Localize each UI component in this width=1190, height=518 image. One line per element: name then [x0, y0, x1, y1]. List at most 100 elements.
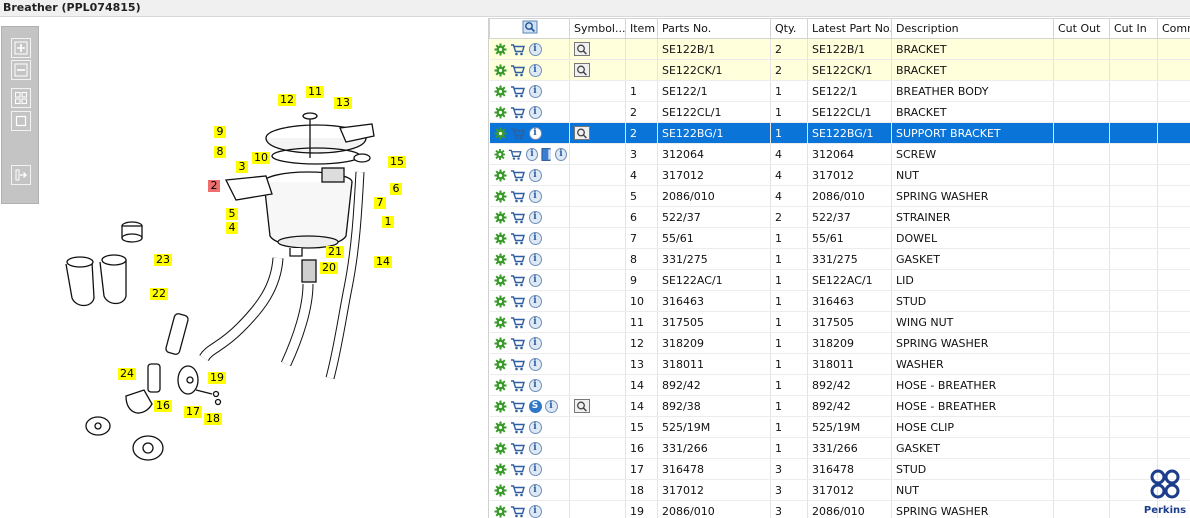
illustration-symbol-icon[interactable] [574, 42, 590, 56]
table-row[interactable]: i 19 2086/010 3 2086/010 SPRING WASHER [489, 500, 1190, 518]
illustration-symbol-icon[interactable] [574, 399, 590, 413]
column-header-cut-out[interactable]: Cut Out [1053, 18, 1110, 39]
diagram-callout[interactable]: 9 [214, 126, 226, 138]
diagram-callout[interactable]: 12 [278, 94, 296, 106]
table-row[interactable]: i 2 SE122BG/1 1 SE122BG/1 SUPPORT BRACKET [489, 122, 1190, 144]
diagram-callout[interactable]: 24 [118, 368, 136, 380]
table-row[interactable]: i 7 55/61 1 55/61 DOWEL [489, 227, 1190, 249]
cart-icon[interactable] [510, 85, 526, 98]
gear-icon[interactable] [494, 127, 507, 140]
info-icon[interactable]: i [528, 273, 542, 287]
search-icon[interactable] [522, 20, 538, 34]
diagram-callout[interactable]: 8 [214, 146, 226, 158]
gear-icon[interactable] [494, 316, 507, 329]
diagram-callout[interactable]: 19 [208, 372, 226, 384]
column-header-qty[interactable]: Qty. [770, 18, 808, 39]
info-icon[interactable]: i [528, 189, 542, 203]
table-row[interactable]: i 1 SE122/1 1 SE122/1 BREATHER BODY [489, 80, 1190, 102]
fit-all-button[interactable] [11, 88, 31, 108]
info-icon[interactable]: i [528, 231, 542, 245]
gear-icon[interactable] [494, 400, 507, 413]
cart-icon[interactable] [510, 211, 526, 224]
table-row[interactable]: i 17 316478 3 316478 STUD [489, 458, 1190, 480]
export-button[interactable] [11, 165, 31, 185]
cart-icon[interactable] [510, 379, 526, 392]
gear-icon[interactable] [494, 337, 507, 350]
info-icon[interactable]: i [525, 147, 539, 161]
info-icon[interactable]: i [528, 378, 542, 392]
exploded-parts-diagram[interactable]: 11 12 13 9 8 10 15 3 2 6 7 5 4 1 23 21 2… [40, 18, 488, 518]
cart-icon[interactable] [510, 316, 526, 329]
table-row[interactable]: i i 3 312064 4 312064 SCREW [489, 143, 1190, 165]
info-icon[interactable]: i [528, 483, 542, 497]
info-icon[interactable]: i [528, 42, 542, 56]
diagram-callout[interactable]: 20 [320, 262, 338, 274]
table-row[interactable]: i 16 331/266 1 331/266 GASKET [489, 437, 1190, 459]
cart-icon[interactable] [510, 358, 526, 371]
gear-icon[interactable] [494, 43, 507, 56]
cart-icon[interactable] [510, 43, 526, 56]
diagram-callout[interactable]: 22 [150, 288, 168, 300]
info-icon[interactable]: i [528, 294, 542, 308]
cart-icon[interactable] [510, 253, 526, 266]
column-header-latest-part-no[interactable]: Latest Part No. [807, 18, 892, 39]
diagram-callout[interactable]: 16 [154, 400, 172, 412]
diagram-callout[interactable]: 18 [204, 413, 222, 425]
gear-icon[interactable] [494, 190, 507, 203]
gear-icon[interactable] [494, 85, 507, 98]
table-row[interactable]: Si 14 892/38 1 892/42 HOSE - BREATHER [489, 395, 1190, 417]
zoom-out-button[interactable] [11, 60, 31, 80]
diagram-callout[interactable]: 1 [382, 216, 394, 228]
fit-window-button[interactable] [11, 111, 31, 131]
info-icon[interactable]: i [528, 462, 542, 476]
gear-icon[interactable] [494, 274, 507, 287]
table-row[interactable]: i 14 892/42 1 892/42 HOSE - BREATHER [489, 374, 1190, 396]
diagram-callout[interactable]: 11 [306, 86, 324, 98]
column-header-comment[interactable]: Comment [1157, 18, 1190, 39]
diagram-callout[interactable]: 7 [374, 197, 386, 209]
info-icon[interactable]: i [528, 357, 542, 371]
diagram-callout[interactable]: 17 [184, 406, 202, 418]
diagram-callout[interactable]: 6 [390, 183, 402, 195]
cart-icon[interactable] [510, 337, 526, 350]
gear-icon[interactable] [494, 421, 507, 434]
gear-icon[interactable] [494, 64, 507, 77]
diagram-callout[interactable]: 10 [252, 152, 270, 164]
illustration-symbol-icon[interactable] [574, 126, 590, 140]
info-icon[interactable]: i [544, 399, 558, 413]
table-row[interactable]: i 9 SE122AC/1 1 SE122AC/1 LID [489, 269, 1190, 291]
gear-icon[interactable] [494, 253, 507, 266]
cart-icon[interactable] [510, 442, 526, 455]
cart-icon[interactable] [510, 400, 526, 413]
cart-icon[interactable] [510, 232, 526, 245]
cart-icon[interactable] [510, 484, 526, 497]
gear-icon[interactable] [493, 148, 506, 161]
column-header-description[interactable]: Description [891, 18, 1054, 39]
gear-icon[interactable] [494, 169, 507, 182]
zoom-in-button[interactable] [11, 38, 31, 58]
column-header-symbol[interactable]: Symbol... [569, 18, 626, 39]
table-row[interactable]: i 4 317012 4 317012 NUT [489, 164, 1190, 186]
gear-icon[interactable] [494, 358, 507, 371]
gear-icon[interactable] [494, 211, 507, 224]
cart-icon[interactable] [510, 463, 526, 476]
illustration-symbol-icon[interactable] [574, 63, 590, 77]
cart-icon[interactable] [510, 169, 526, 182]
gear-icon[interactable] [494, 379, 507, 392]
cart-icon[interactable] [510, 190, 526, 203]
diagram-callout[interactable]: 15 [388, 156, 406, 168]
diagram-callout[interactable]: 21 [326, 246, 344, 258]
info-icon[interactable]: i [528, 84, 542, 98]
info-icon[interactable]: i [528, 420, 542, 434]
gear-icon[interactable] [494, 463, 507, 476]
cart-icon[interactable] [510, 274, 526, 287]
gear-icon[interactable] [494, 505, 507, 518]
diagram-callout[interactable]: 3 [236, 161, 248, 173]
table-row[interactable]: i 2 SE122CL/1 1 SE122CL/1 BRACKET [489, 101, 1190, 123]
diagram-callout-active[interactable]: 2 [208, 180, 220, 192]
cart-icon[interactable] [510, 106, 526, 119]
column-header-tools[interactable] [489, 18, 570, 39]
column-header-cut-in[interactable]: Cut In [1109, 18, 1158, 39]
info-icon[interactable]: i [528, 252, 542, 266]
info-icon[interactable]: i [528, 63, 542, 77]
